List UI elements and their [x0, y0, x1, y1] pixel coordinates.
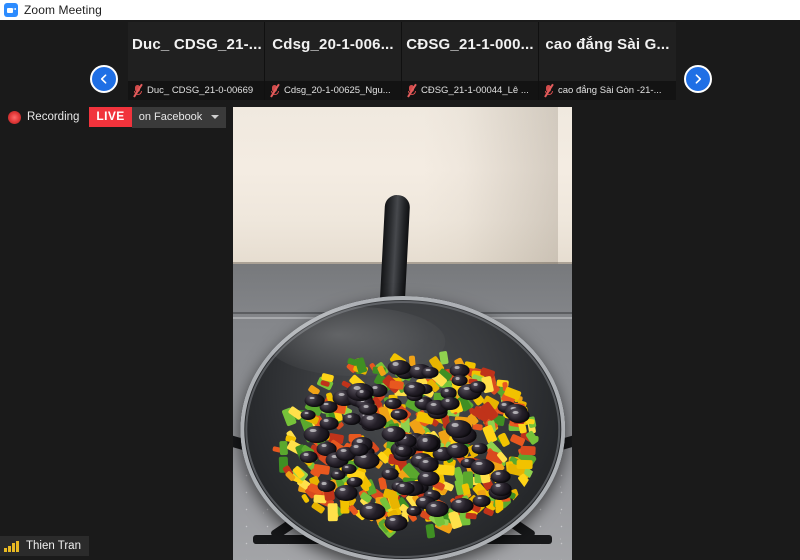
- participant-thumbnail[interactable]: CĐSG_21-1-000... CĐSG_21-1-00044_Lê ...: [402, 22, 539, 100]
- live-badge[interactable]: LIVE: [89, 107, 132, 127]
- active-speaker-video[interactable]: [233, 107, 572, 560]
- participant-thumbnail[interactable]: Duc_ CDSG_21-... Duc_ CDSG_21-0-00669: [128, 22, 265, 100]
- participant-display-title: CĐSG_21-1-000...: [406, 36, 534, 53]
- zoom-camera-icon: [4, 3, 18, 17]
- participant-name-bar: Cdsg_20-1-00625_Ngu...: [265, 81, 401, 100]
- microphone-muted-icon: [406, 83, 417, 98]
- title-bar: Zoom Meeting: [0, 0, 800, 20]
- participant-name-bar: cao đẳng Sài Gòn -21-...: [539, 81, 676, 100]
- video-scene: [233, 107, 572, 560]
- signal-bars-icon: [4, 540, 20, 552]
- window-title: Zoom Meeting: [24, 3, 102, 17]
- participant-filmstrip: Duc_ CDSG_21-... Duc_ CDSG_21-0-00669 Cd…: [128, 22, 676, 100]
- caret-down-icon: [211, 114, 220, 119]
- microphone-muted-icon: [269, 83, 280, 98]
- filmstrip-next-button[interactable]: [684, 65, 712, 93]
- participant-name: Duc_ CDSG_21-0-00669: [147, 85, 254, 96]
- participant-name-bar: Duc_ CDSG_21-0-00669: [128, 81, 264, 100]
- participant-name: cao đẳng Sài Gòn -21-...: [558, 85, 662, 96]
- self-view-name-label: Thien Tran: [0, 536, 89, 556]
- diced-vegetables: [266, 339, 540, 542]
- participant-display-title: cao đẳng Sài G...: [545, 36, 670, 53]
- microphone-muted-icon: [543, 83, 554, 98]
- meeting-stage: Duc_ CDSG_21-... Duc_ CDSG_21-0-00669 Cd…: [0, 20, 800, 560]
- participant-name: Cdsg_20-1-00625_Ngu...: [284, 85, 391, 96]
- participant-name: CĐSG_21-1-00044_Lê ...: [421, 85, 529, 96]
- participant-display-title: Duc_ CDSG_21-...: [132, 36, 262, 53]
- participant-name-bar: CĐSG_21-1-00044_Lê ...: [402, 81, 538, 100]
- recording-dot-icon: [8, 110, 21, 124]
- zoom-meeting-window: Zoom Meeting Duc_ CDSG_21-... Duc_ CDSG_…: [0, 0, 800, 560]
- microphone-muted-icon: [132, 83, 143, 98]
- filmstrip-prev-button[interactable]: [90, 65, 118, 93]
- participant-thumbnail[interactable]: cao đẳng Sài G... cao đẳng Sài Gòn -21-.…: [539, 22, 676, 100]
- chevron-left-icon: [100, 74, 107, 84]
- stream-status-strip: Recording LIVE on Facebook: [8, 106, 227, 128]
- participant-thumbnail[interactable]: Cdsg_20-1-006... Cdsg_20-1-00625_Ngu...: [265, 22, 402, 100]
- recording-label: Recording: [27, 111, 80, 123]
- stream-target-dropdown[interactable]: on Facebook: [131, 106, 227, 128]
- chevron-right-icon: [695, 74, 702, 84]
- participant-display-title: Cdsg_20-1-006...: [272, 36, 394, 53]
- frying-pan: [239, 296, 566, 560]
- stream-target-label: on Facebook: [138, 110, 203, 123]
- self-view-name: Thien Tran: [26, 540, 81, 552]
